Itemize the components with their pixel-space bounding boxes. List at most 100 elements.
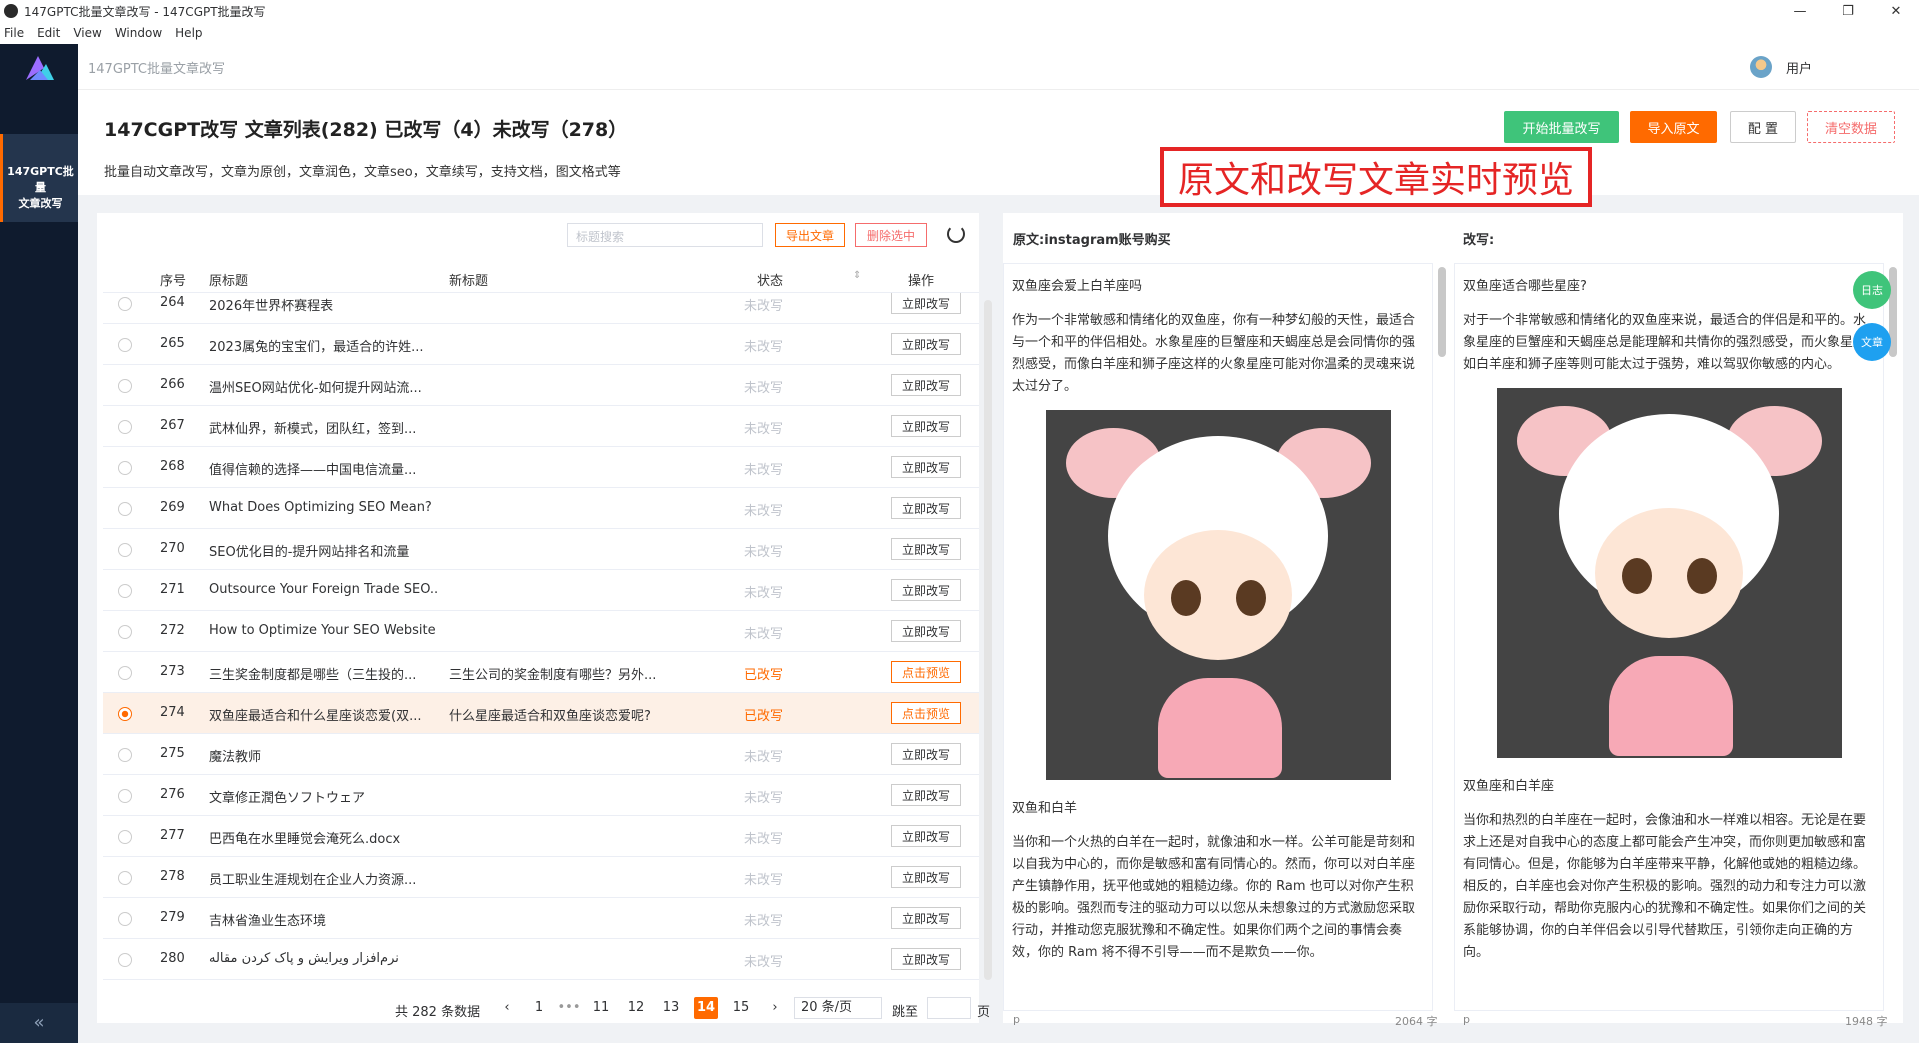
row-action-button[interactable]: 立即改写	[891, 538, 961, 560]
original-preview-scrollbar[interactable]	[1438, 267, 1446, 357]
row-action-button[interactable]: 立即改写	[891, 497, 961, 519]
pager-page-1[interactable]: 1	[527, 997, 551, 1019]
pager-jump-input[interactable]	[927, 997, 971, 1019]
row-action-button[interactable]: 立即改写	[891, 866, 961, 888]
delete-selected-button[interactable]: 删除选中	[855, 223, 927, 247]
pager-prev-button[interactable]: ‹	[495, 997, 519, 1019]
row-action-button[interactable]: 立即改写	[891, 293, 961, 314]
close-button[interactable]: ✕	[1874, 0, 1918, 22]
row-action-button[interactable]: 立即改写	[891, 825, 961, 847]
original-article-para-1: 作为一个非常敏感和情绪化的双鱼座，你有一种梦幻般的天性，最适合与一个和平的伴侣相…	[1012, 313, 1416, 394]
row-action-button[interactable]: 点击预览	[891, 661, 961, 683]
row-action-button[interactable]: 立即改写	[891, 907, 961, 929]
original-article-preview[interactable]: 双鱼座会爱上白羊座吗 作为一个非常敏感和情绪化的双鱼座，你有一种梦幻般的天性，最…	[1003, 263, 1433, 1011]
article-float-button[interactable]: 文章	[1853, 323, 1891, 361]
rewritten-word-count: 1948 字	[1845, 1015, 1888, 1028]
row-num: 271	[160, 582, 185, 597]
table-row[interactable]: 269 What Does Optimizing SEO Mean? 未改写 立即改写	[103, 488, 979, 529]
table-row[interactable]: 264 2026年世界杯赛程表 未改写 立即改写	[103, 293, 979, 324]
row-action-button[interactable]: 立即改写	[891, 620, 961, 642]
row-radio[interactable]	[118, 420, 132, 434]
table-row[interactable]: 271 Outsource Your Foreign Trade SEO... 未改…	[103, 570, 979, 611]
row-action-button[interactable]: 立即改写	[891, 743, 961, 765]
pagination: 共 282 条数据 ‹ 1 ••• 11 12 13 14 15 › 20 条/…	[97, 993, 990, 1023]
row-radio[interactable]	[118, 789, 132, 803]
maximize-button[interactable]: ❐	[1826, 0, 1870, 22]
sort-icon[interactable]: ⇕	[853, 270, 861, 281]
pager-page-13[interactable]: 13	[659, 997, 683, 1019]
original-article-image	[1045, 410, 1391, 780]
row-action-button[interactable]: 立即改写	[891, 415, 961, 437]
rewritten-article-preview[interactable]: 双鱼座适合哪些星座? 对于一个非常敏感和情绪化的双鱼座来说，最适合的伴侣是和平的…	[1454, 263, 1884, 1011]
app-icon	[4, 4, 18, 18]
list-scrollbar[interactable]	[984, 300, 992, 980]
table-row[interactable]: 265 2023属兔的宝宝们，最适合的许姓... 未改写 立即改写	[103, 324, 979, 365]
sidebar-item-rewrite[interactable]: 147GPTC批量 文章改写	[0, 134, 78, 222]
row-radio[interactable]	[118, 502, 132, 516]
user-name[interactable]: 用户	[1786, 58, 1812, 77]
table-row[interactable]: 277 巴西龟在水里睡觉会淹死么.docx 未改写 立即改写	[103, 816, 979, 857]
row-radio[interactable]	[118, 379, 132, 393]
page-size-select[interactable]: 20 条/页	[794, 997, 882, 1019]
row-action-button[interactable]: 立即改写	[891, 784, 961, 806]
clear-data-button[interactable]: 清空数据	[1807, 111, 1895, 143]
pager-page-current[interactable]: 14	[694, 997, 718, 1019]
table-row[interactable]: 268 值得信赖的选择——中国电信流量... 未改写 立即改写	[103, 447, 979, 488]
row-action-button[interactable]: 立即改写	[891, 456, 961, 478]
table-row[interactable]: 266 温州SEO网站优化-如何提升网站流... 未改写 立即改写	[103, 365, 979, 406]
avatar[interactable]	[1750, 56, 1772, 78]
row-action-button[interactable]: 点击预览	[891, 702, 961, 724]
preview-panel: 原文:instagram账号购买 改写: 双鱼座会爱上白羊座吗 作为一个非常敏感…	[1003, 213, 1903, 1028]
refresh-icon[interactable]	[947, 225, 965, 243]
menu-window[interactable]: Window	[115, 26, 162, 40]
row-original-title: How to Optimize Your SEO Website	[209, 623, 436, 638]
row-radio[interactable]	[118, 912, 132, 926]
menu-help[interactable]: Help	[175, 26, 202, 40]
collapse-sidebar-button[interactable]: «	[0, 1003, 78, 1043]
row-radio[interactable]	[118, 830, 132, 844]
row-action-button[interactable]: 立即改写	[891, 948, 961, 970]
table-row[interactable]: 272 How to Optimize Your SEO Website 未改写 立即…	[103, 611, 979, 652]
table-row[interactable]: 274 双鱼座最适合和什么星座谈恋爱(双... 什么星座最适合和双鱼座谈恋爱呢? 已改…	[103, 693, 979, 734]
log-float-button[interactable]: 日志	[1853, 271, 1891, 309]
start-batch-rewrite-button[interactable]: 开始批量改写	[1504, 111, 1619, 143]
row-action-button[interactable]: 立即改写	[891, 579, 961, 601]
table-row[interactable]: 267 武林仙界，新模式，团队红，签到... 未改写 立即改写	[103, 406, 979, 447]
row-radio[interactable]	[118, 543, 132, 557]
pager-page-12[interactable]: 12	[624, 997, 648, 1019]
row-radio[interactable]	[118, 461, 132, 475]
pager-page-11[interactable]: 11	[589, 997, 613, 1019]
rewrite-preview-header: 改写:	[1463, 233, 1495, 248]
row-radio[interactable]	[118, 748, 132, 762]
row-radio[interactable]	[118, 871, 132, 885]
menu-view[interactable]: View	[73, 26, 101, 40]
table-row[interactable]: 275 魔法教师 未改写 立即改写	[103, 734, 979, 775]
table-row[interactable]: 273 三生奖金制度都是哪些（三生投的... 三生公司的奖金制度有哪些？另外... 已…	[103, 652, 979, 693]
menu-file[interactable]: File	[4, 26, 24, 40]
pager-page-15[interactable]: 15	[729, 997, 753, 1019]
row-radio[interactable]	[118, 338, 132, 352]
minimize-button[interactable]: —	[1778, 0, 1822, 22]
table-row[interactable]: 276 文章修正潤色ソフトウェア 未改写 立即改写	[103, 775, 979, 816]
row-action-button[interactable]: 立即改写	[891, 333, 961, 355]
export-articles-button[interactable]: 导出文章	[775, 223, 845, 247]
title-search-input[interactable]: 标题搜索	[567, 223, 763, 247]
table-row[interactable]: 270 SEO优化目的-提升网站排名和流量 未改写 立即改写	[103, 529, 979, 570]
app-logo-icon	[26, 56, 54, 80]
menu-edit[interactable]: Edit	[37, 26, 60, 40]
table-row[interactable]: 279 吉林省渔业生态环境 未改写 立即改写	[103, 898, 979, 939]
table-row[interactable]: 280 نرم‌افزار ویرایش و پاک کردن مقاله 未改写 立…	[103, 939, 979, 980]
row-radio[interactable]	[118, 953, 132, 967]
row-action-button[interactable]: 立即改写	[891, 374, 961, 396]
config-button[interactable]: 配 置	[1730, 111, 1796, 143]
row-num: 268	[160, 459, 185, 474]
pager-ellipsis[interactable]: •••	[557, 997, 581, 1019]
pager-next-button[interactable]: ›	[763, 997, 787, 1019]
row-radio[interactable]	[118, 297, 132, 311]
row-radio[interactable]	[118, 625, 132, 639]
row-radio[interactable]	[118, 666, 132, 680]
import-original-button[interactable]: 导入原文	[1630, 111, 1717, 143]
row-radio[interactable]	[118, 707, 132, 721]
table-row[interactable]: 278 员工职业生涯规划在企业人力资源... 未改写 立即改写	[103, 857, 979, 898]
row-radio[interactable]	[118, 584, 132, 598]
